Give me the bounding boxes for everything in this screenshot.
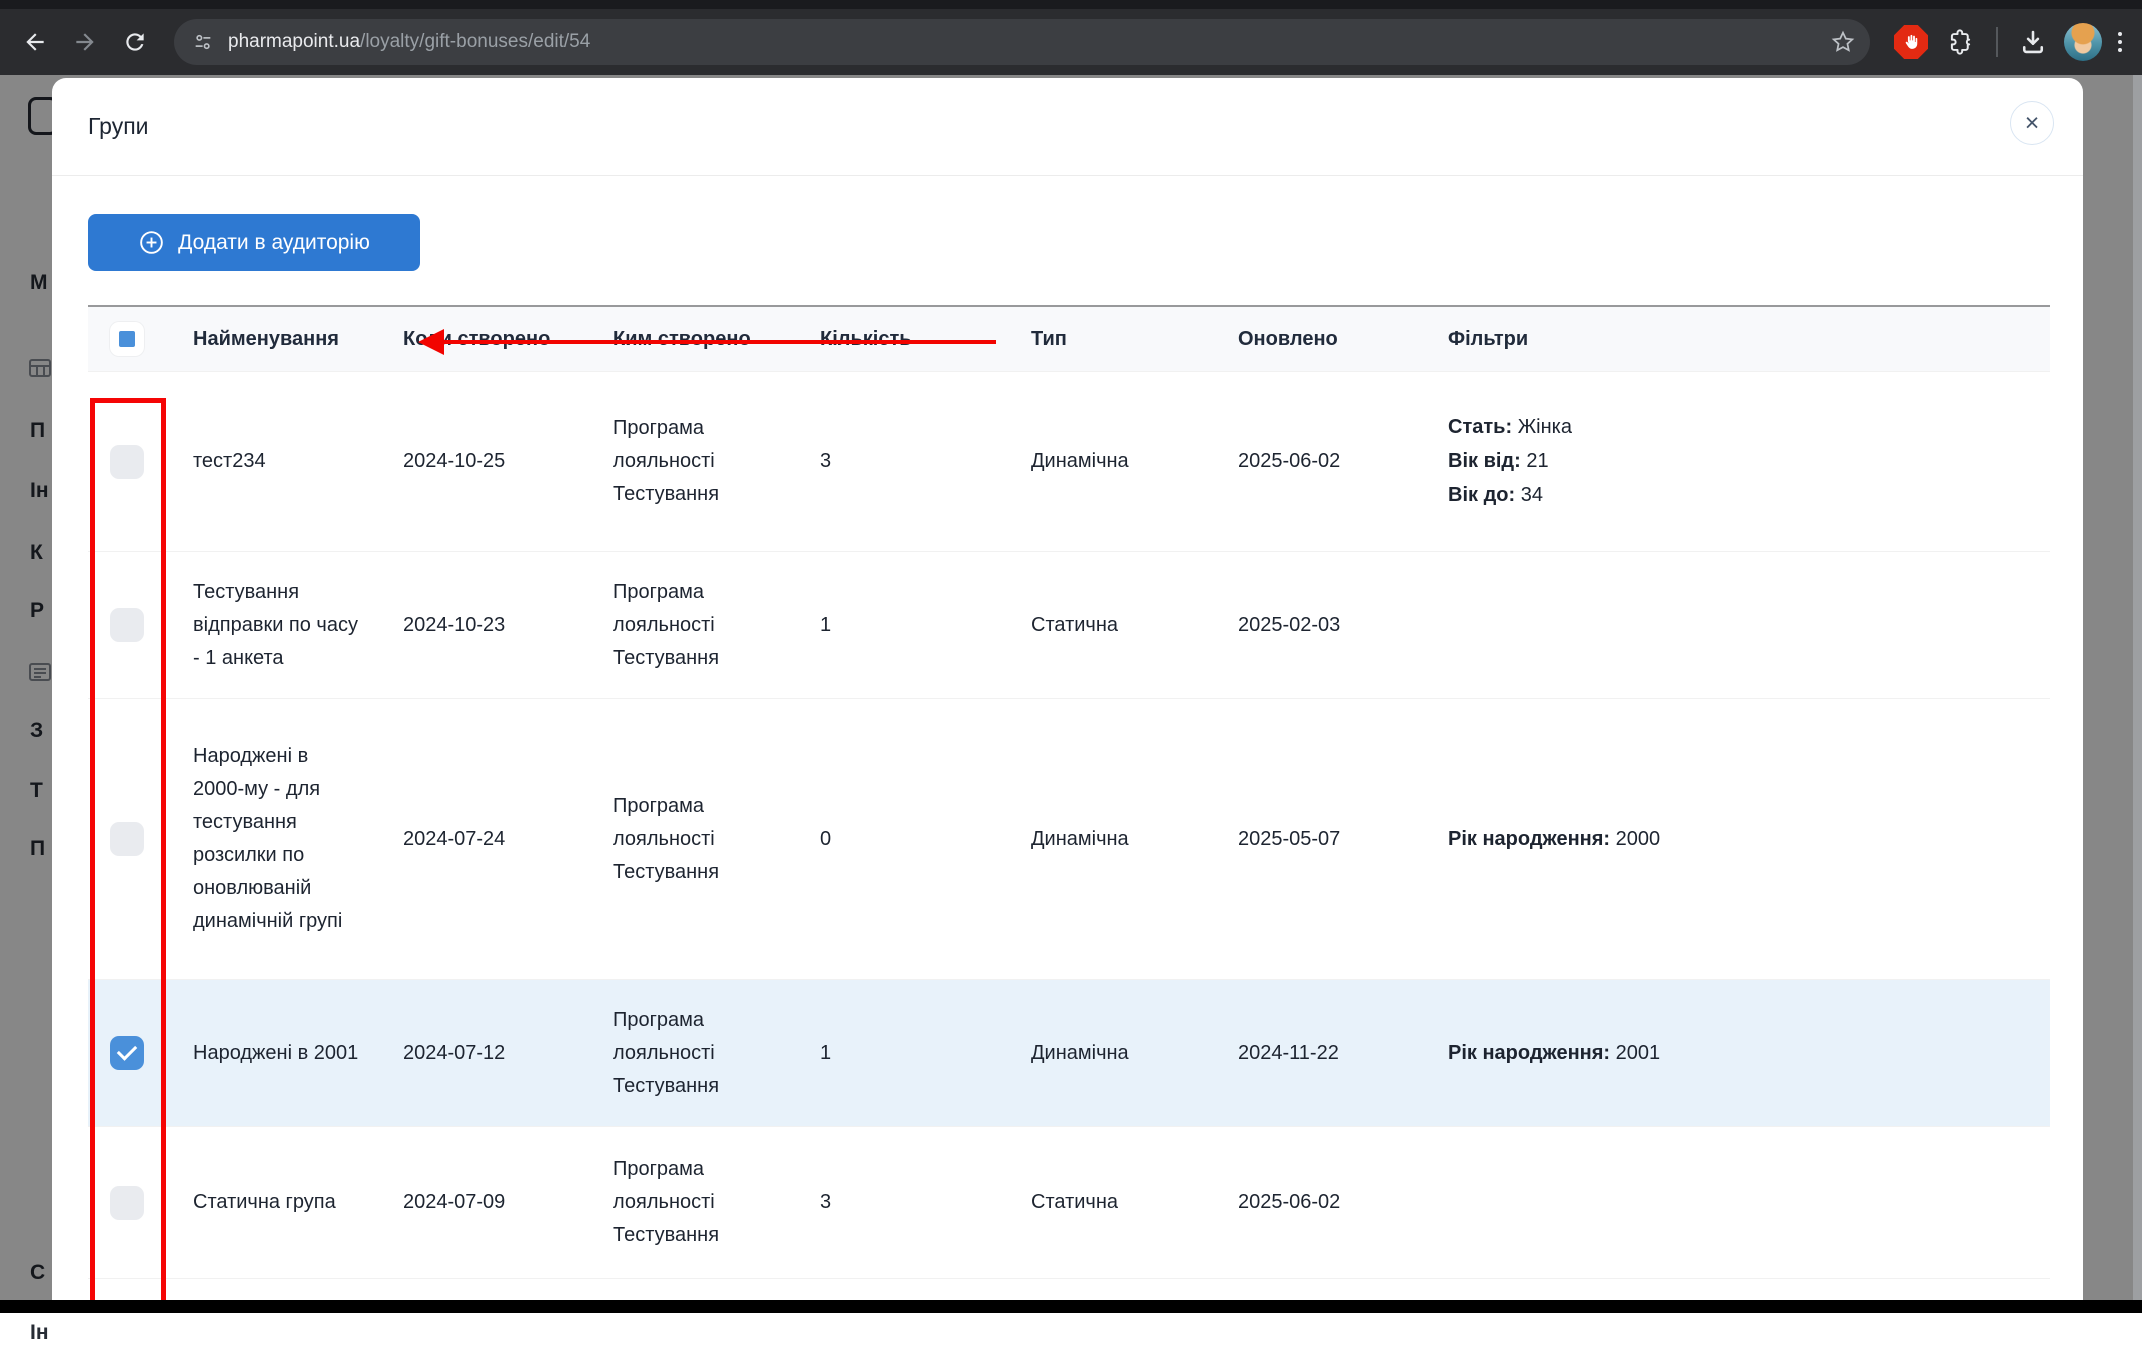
table-row[interactable]: Народжені в 2000-му - для тестування роз… <box>88 699 2050 980</box>
extensions-puzzle-icon <box>1947 28 1975 56</box>
header-count: Кількість <box>820 323 1031 356</box>
header-type: Тип <box>1031 323 1238 356</box>
group-updated: 2025-02-03 <box>1238 609 1448 642</box>
add-to-audience-label: Додати в аудиторію <box>178 231 370 255</box>
close-button[interactable]: × <box>2010 101 2054 145</box>
group-created-by: Програма лояльності Тестування <box>613 1004 820 1103</box>
group-count: 1 <box>820 1037 1031 1070</box>
adblock-extension-button[interactable] <box>1891 22 1931 62</box>
group-type: Динамічна <box>1031 445 1238 478</box>
group-created: 2024-10-25 <box>403 445 613 478</box>
group-created-by: Програма лояльності Тестування <box>613 790 820 889</box>
group-updated: 2024-11-22 <box>1238 1037 1448 1070</box>
page-background: M П Iн К Р З Т П С Ін Групи × <box>0 75 2142 1313</box>
group-updated: 2025-06-02 <box>1238 445 1448 478</box>
header-updated: Оновлено <box>1238 323 1448 356</box>
reload-icon <box>122 29 148 55</box>
group-created-by: Програма лояльності Тестування <box>613 412 820 511</box>
group-count: 3 <box>820 445 1031 478</box>
group-updated: 2025-06-02 <box>1238 1186 1448 1219</box>
sidebar-item-9[interactable]: Ін <box>30 1321 49 1345</box>
toolbar-divider <box>1996 27 1998 57</box>
group-count: 3 <box>820 1186 1031 1219</box>
group-name: Народжені в 2000-му - для тестування роз… <box>193 740 403 938</box>
select-all-checkbox[interactable] <box>110 322 144 356</box>
address-bar[interactable]: pharmapoint.ua/loyalty/gift-bonuses/edit… <box>174 19 1870 65</box>
group-created: 2024-07-24 <box>403 823 613 856</box>
row-checkbox[interactable] <box>110 608 144 642</box>
group-created: 2024-10-23 <box>403 609 613 642</box>
profile-avatar[interactable] <box>2064 23 2102 61</box>
group-name: Тестування відправки по часу - 1 анкета <box>193 576 403 675</box>
back-button[interactable] <box>16 23 54 61</box>
table-row[interactable]: Статична група 2024-07-09 Програма лояль… <box>88 1127 2050 1279</box>
row-checkbox[interactable] <box>110 822 144 856</box>
groups-modal: Групи × Додати в аудиторію <box>52 78 2083 1313</box>
browser-toolbar: pharmapoint.ua/loyalty/gift-bonuses/edit… <box>0 0 2142 75</box>
group-updated: 2025-05-07 <box>1238 823 1448 856</box>
group-type: Статична <box>1031 609 1238 642</box>
browser-scrollbar[interactable] <box>2133 75 2142 1313</box>
group-filters: Рік народження: 2000 <box>1448 820 2050 859</box>
header-created: Коли створено <box>403 323 613 356</box>
add-to-audience-button[interactable]: Додати в аудиторію <box>88 214 420 271</box>
header-name: Найменування <box>193 323 403 356</box>
forward-icon <box>72 29 98 55</box>
bookmark-button[interactable] <box>1830 29 1856 55</box>
bookmark-star-icon <box>1830 29 1856 55</box>
url-text[interactable]: pharmapoint.ua/loyalty/gift-bonuses/edit… <box>228 31 590 53</box>
row-checkbox-checked[interactable] <box>110 1036 144 1070</box>
group-filters: Рік народження: 2001 <box>1448 1034 2050 1073</box>
group-name: Народжені в 2001 <box>193 1037 403 1070</box>
downloads-button[interactable] <box>2013 22 2053 62</box>
download-icon <box>2019 28 2047 56</box>
header-filters: Фільтри <box>1448 323 2050 356</box>
row-checkbox[interactable] <box>110 1186 144 1220</box>
url-path: /loyalty/gift-bonuses/edit/54 <box>360 31 590 52</box>
table-header-row: Найменування Коли створено Ким створено … <box>88 307 2050 372</box>
group-type: Динамічна <box>1031 1037 1238 1070</box>
table-row-selected[interactable]: Народжені в 2001 2024-07-12 Програма лоя… <box>88 980 2050 1127</box>
group-name: тест234 <box>193 445 403 478</box>
group-type: Динамічна <box>1031 823 1238 856</box>
browser-menu-icon <box>2118 32 2122 36</box>
close-icon: × <box>2025 111 2040 136</box>
group-filters: Стать: Жінка Вік від: 21 Вік до: 34 <box>1448 408 2050 515</box>
plus-circle-icon <box>138 229 165 256</box>
extensions-button[interactable] <box>1941 22 1981 62</box>
modal-header: Групи × <box>52 78 2083 176</box>
group-created: 2024-07-12 <box>403 1037 613 1070</box>
group-created-by: Програма лояльності Тестування <box>613 1153 820 1252</box>
group-count: 1 <box>820 609 1031 642</box>
table-row[interactable]: тест234 2024-10-25 Програма лояльності Т… <box>88 372 2050 552</box>
table-row[interactable]: Тестування відправки по часу - 1 анкета … <box>88 552 2050 699</box>
bottom-black-bar <box>0 1300 2142 1313</box>
group-created-by: Програма лояльності Тестування <box>613 576 820 675</box>
back-icon <box>22 29 48 55</box>
forward-button[interactable] <box>66 23 104 61</box>
row-checkbox[interactable] <box>110 445 144 479</box>
groups-table: Найменування Коли створено Ким створено … <box>88 305 2050 1313</box>
group-count: 0 <box>820 823 1031 856</box>
reload-button[interactable] <box>116 23 154 61</box>
modal-title: Групи <box>88 113 149 140</box>
site-info-icon[interactable] <box>192 31 214 53</box>
group-type: Статична <box>1031 1186 1238 1219</box>
group-name: Статична група <box>193 1186 403 1219</box>
url-host: pharmapoint.ua <box>228 31 360 52</box>
browser-menu-button[interactable] <box>2108 26 2132 58</box>
header-created-by: Ким створено <box>613 323 820 356</box>
adblock-icon <box>1894 25 1928 59</box>
group-created: 2024-07-09 <box>403 1186 613 1219</box>
